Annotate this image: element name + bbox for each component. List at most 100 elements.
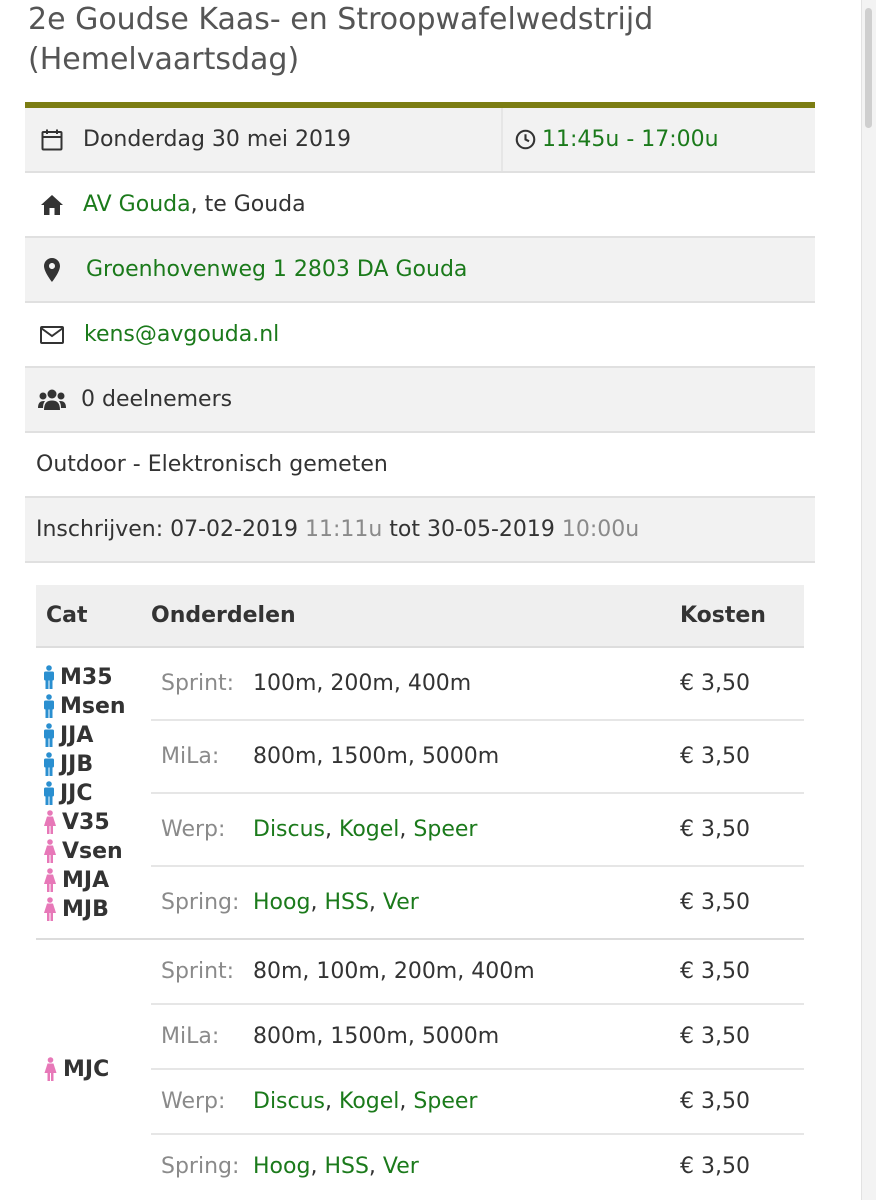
category-item: MJA — [42, 866, 151, 895]
category-item: V35 — [42, 808, 151, 837]
comma: , — [399, 1089, 414, 1114]
female-icon — [42, 897, 58, 921]
male-icon — [42, 781, 56, 805]
comma: , — [325, 817, 340, 842]
cost-cell: € 3,50 — [680, 1154, 750, 1179]
event-link-kogel[interactable]: Kogel — [339, 1089, 399, 1114]
events-cell: MiLa: 800m, 1500m, 5000m — [151, 720, 680, 794]
event-list: 100m, 200m, 400m — [253, 671, 472, 696]
category-name: JJC — [60, 780, 93, 806]
date-row: Donderdag 30 mei 2019 11:45u - 17:00u — [25, 108, 815, 173]
category-cell: M35 Msen JJA JJB JJC V35 Vsen MJA MJB — [36, 647, 151, 940]
event-link-hss[interactable]: HSS — [324, 1154, 368, 1179]
comma: , — [325, 1089, 340, 1114]
club-link[interactable]: AV Gouda — [83, 192, 191, 217]
registration-start-time: 11:11u — [304, 517, 383, 542]
event-group-label: Sprint: — [161, 959, 235, 984]
event-link-discus[interactable]: Discus — [253, 1089, 325, 1114]
table-row: MiLa: 800m, 1500m, 5000m € 3,50 — [36, 720, 804, 794]
cost-cell: € 3,50 — [680, 1004, 804, 1070]
event-list: 800m, 1500m, 5000m — [253, 744, 500, 769]
event-list: 800m, 1500m, 5000m — [253, 1024, 500, 1049]
events-cell: Sprint: 80m, 100m, 200m, 400m — [151, 939, 680, 1005]
category-item: MJB — [42, 895, 151, 924]
table-row: Werp: Discus, Kogel, Speer € 3,50 — [36, 1069, 804, 1135]
email-row: kens@avgouda.nl — [25, 303, 815, 368]
type-row: Outdoor - Elektronisch gemeten — [25, 433, 815, 498]
events-cell: Werp: Discus, Kogel, Speer — [151, 793, 680, 867]
comma: , — [310, 1154, 325, 1179]
home-icon — [35, 194, 69, 216]
cost-cell: € 3,50 — [680, 939, 804, 1005]
comma: , — [368, 890, 383, 915]
cost-cell: € 3,50 — [680, 1069, 804, 1135]
scrollbar[interactable] — [861, 0, 876, 1200]
category-name: V35 — [62, 809, 110, 835]
female-icon — [42, 810, 58, 834]
female-icon — [42, 1057, 59, 1081]
event-link-speer[interactable]: Speer — [413, 1089, 477, 1114]
events-table: Cat Onderdelen Kosten M35 Msen JJA JJB JJC V3… — [36, 585, 804, 1198]
title-line-2: (Hemelvaartsdag) — [28, 42, 300, 77]
registration-start-date: 07-02-2019 — [170, 517, 298, 542]
category-name: MJC — [63, 1056, 110, 1082]
male-icon — [42, 752, 56, 776]
registration-separator: tot — [382, 517, 428, 542]
event-group-label: Spring: — [161, 890, 240, 915]
event-info: Donderdag 30 mei 2019 11:45u - 17:00u AV… — [25, 102, 815, 563]
address-link[interactable]: Groenhovenweg 1 2803 DA Gouda — [86, 257, 467, 282]
table-row: Spring: Hoog, HSS, Ver € 3,50 — [36, 1134, 804, 1198]
female-icon — [42, 839, 58, 863]
clock-icon — [515, 129, 536, 150]
event-link-hoog[interactable]: Hoog — [253, 890, 310, 915]
category-item: JJB — [42, 750, 151, 779]
comma: , — [399, 817, 414, 842]
event-group-label: Werp: — [161, 817, 226, 842]
registration-row: Inschrijven: 07-02-2019 11:11u tot 30-05… — [25, 498, 815, 563]
calendar-icon — [35, 128, 69, 152]
event-link-discus[interactable]: Discus — [253, 817, 325, 842]
events-cell: Sprint: 100m, 200m, 400m — [151, 647, 680, 721]
map-marker-icon — [35, 257, 69, 282]
header-cat: Cat — [36, 585, 151, 648]
category-name: MJB — [62, 896, 109, 922]
event-link-ver[interactable]: Ver — [383, 890, 419, 915]
category-item: Vsen — [42, 837, 151, 866]
category-name: M35 — [60, 664, 113, 690]
registration-label: Inschrijven: — [36, 517, 171, 542]
event-group-label: MiLa: — [161, 744, 220, 769]
category-name: JJA — [60, 722, 94, 748]
event-type: Outdoor - Elektronisch gemeten — [36, 452, 388, 477]
female-icon — [42, 868, 58, 892]
header-events: Onderdelen — [151, 585, 680, 648]
scrollbar-thumb[interactable] — [865, 8, 872, 128]
registration-end-date: 30-05-2019 — [427, 517, 555, 542]
event-group-label: Spring: — [161, 1154, 240, 1179]
header-cost: Kosten — [680, 585, 804, 648]
users-icon — [35, 389, 69, 411]
address-row: Groenhovenweg 1 2803 DA Gouda — [25, 238, 815, 303]
event-group-label: Werp: — [161, 1089, 226, 1114]
event-link-kogel[interactable]: Kogel — [339, 817, 399, 842]
club-row: AV Gouda, te Gouda — [25, 173, 815, 238]
event-link-hss[interactable]: HSS — [324, 890, 368, 915]
email-link[interactable]: kens@avgouda.nl — [84, 322, 279, 347]
event-link-hoog[interactable]: Hoog — [253, 1154, 310, 1179]
event-link-ver[interactable]: Ver — [383, 1154, 419, 1179]
cost-cell: € 3,50 — [680, 793, 804, 867]
participants-row: 0 deelnemers — [25, 368, 815, 433]
event-time: 11:45u - 17:00u — [542, 127, 719, 152]
table-row: MJC Sprint: 80m, 100m, 200m, 400m € 3,50 — [36, 939, 804, 1082]
participants-count: 0 deelnemers — [81, 387, 233, 412]
comma: , — [310, 890, 325, 915]
table-row: Spring: Hoog, HSS, Ver € 3,50 — [36, 866, 804, 940]
cost-cell: € 3,50 — [680, 866, 804, 940]
event-group-label: MiLa: — [161, 1024, 220, 1049]
event-list: 80m, 100m, 200m, 400m — [253, 959, 535, 984]
event-link-speer[interactable]: Speer — [413, 817, 477, 842]
club-location: , te Gouda — [190, 192, 306, 217]
table-row: MiLa: 800m, 1500m, 5000m € 3,50 — [36, 1004, 804, 1070]
events-cell: Werp: Discus, Kogel, Speer — [151, 1069, 680, 1135]
category-name: MJA — [62, 867, 110, 893]
envelope-icon — [35, 325, 69, 344]
